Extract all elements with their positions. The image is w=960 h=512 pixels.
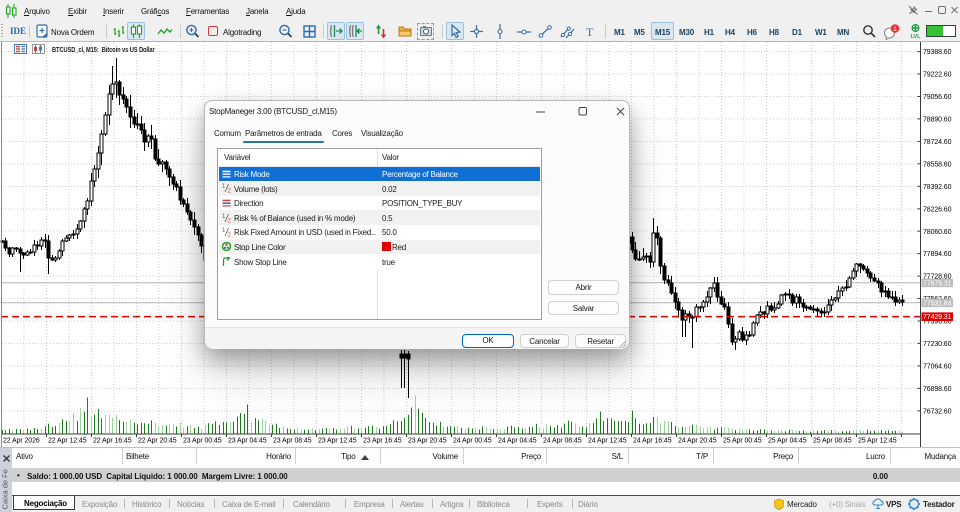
svg-text:78226.60: 78226.60 bbox=[923, 206, 952, 213]
svg-text:23 Apr 08:45: 23 Apr 08:45 bbox=[273, 438, 312, 445]
svg-text:76898.60: 76898.60 bbox=[923, 386, 952, 393]
svg-text:1: 1 bbox=[222, 184, 226, 190]
svg-text:23 Apr 16:45: 23 Apr 16:45 bbox=[363, 438, 402, 445]
svg-text:77064.60: 77064.60 bbox=[923, 364, 952, 371]
svg-text:24 Apr 20:45: 24 Apr 20:45 bbox=[678, 438, 717, 445]
svg-text:25 Apr 12:45: 25 Apr 12:45 bbox=[858, 438, 897, 445]
svg-text:2: 2 bbox=[228, 189, 232, 194]
svg-text:LVL: LVL bbox=[911, 34, 922, 39]
svg-text:24 Apr 12:45: 24 Apr 12:45 bbox=[588, 438, 627, 445]
svg-text:25 Apr 04:45: 25 Apr 04:45 bbox=[768, 438, 807, 445]
svg-text:76732.60: 76732.60 bbox=[923, 408, 952, 415]
svg-text:23 Apr 04:45: 23 Apr 04:45 bbox=[228, 438, 267, 445]
svg-text:79056.60: 79056.60 bbox=[923, 94, 952, 101]
svg-text:25 Apr 08:45: 25 Apr 08:45 bbox=[813, 438, 852, 445]
svg-text:23 Apr 12:45: 23 Apr 12:45 bbox=[318, 438, 357, 445]
svg-text:78890.60: 78890.60 bbox=[923, 117, 952, 124]
svg-text:1: 1 bbox=[893, 26, 897, 33]
svg-text:23 Apr 00:45: 23 Apr 00:45 bbox=[183, 438, 222, 445]
svg-text:77531.84: 77531.84 bbox=[923, 300, 952, 307]
svg-text:25 Apr 00:45: 25 Apr 00:45 bbox=[723, 438, 762, 445]
svg-text:22 Apr 16:45: 22 Apr 16:45 bbox=[93, 438, 132, 445]
svg-text:22 Apr 20:45: 22 Apr 20:45 bbox=[138, 438, 177, 445]
svg-text:79222.60: 79222.60 bbox=[923, 72, 952, 79]
svg-text:1: 1 bbox=[222, 228, 226, 234]
svg-text:79388.60: 79388.60 bbox=[923, 49, 952, 56]
svg-text:78060.60: 78060.60 bbox=[923, 229, 952, 236]
svg-text:78724.60: 78724.60 bbox=[923, 139, 952, 146]
svg-text:77894.60: 77894.60 bbox=[923, 251, 952, 258]
svg-text:77429.31: 77429.31 bbox=[923, 314, 952, 321]
svg-text:24 Apr 08:45: 24 Apr 08:45 bbox=[543, 438, 582, 445]
svg-text:1: 1 bbox=[222, 214, 226, 220]
svg-text:24 Apr 04:45: 24 Apr 04:45 bbox=[498, 438, 537, 445]
svg-text:22 Apr 2026: 22 Apr 2026 bbox=[3, 438, 40, 445]
svg-text:2: 2 bbox=[228, 233, 232, 238]
svg-text:23 Apr 20:45: 23 Apr 20:45 bbox=[408, 438, 447, 445]
svg-text:24 Apr 00:45: 24 Apr 00:45 bbox=[453, 438, 492, 445]
svg-text:24 Apr 16:45: 24 Apr 16:45 bbox=[633, 438, 672, 445]
svg-text:78392.60: 78392.60 bbox=[923, 184, 952, 191]
svg-text:77230.60: 77230.60 bbox=[923, 341, 952, 348]
svg-text:78558.60: 78558.60 bbox=[923, 161, 952, 168]
svg-text:2: 2 bbox=[228, 218, 232, 223]
svg-text:77679.31: 77679.31 bbox=[923, 280, 952, 287]
svg-text:22 Apr 12:45: 22 Apr 12:45 bbox=[48, 438, 87, 445]
